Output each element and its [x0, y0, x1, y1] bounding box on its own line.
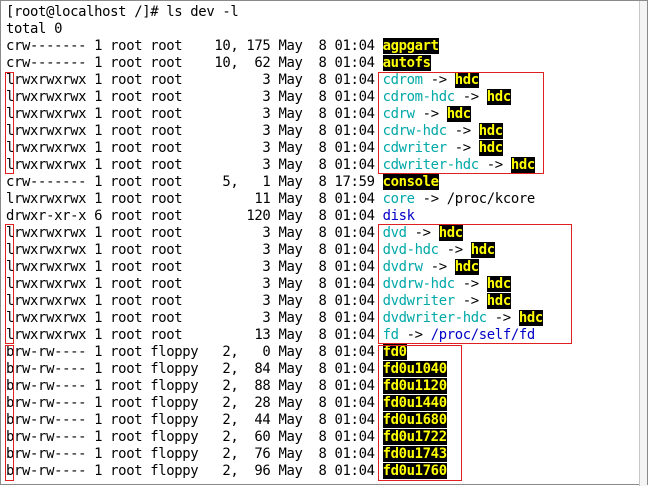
line-text: lrwxrwxrwx 1 root root 3 May 8 01:04: [6, 123, 383, 139]
terminal-line: brw-rw---- 1 root floppy 2, 88 May 8 01:…: [6, 378, 543, 395]
terminal-prompt-line: [root@localhost /]# ls dev -l: [6, 4, 543, 21]
terminal-line: brw-rw---- 1 root floppy 2, 28 May 8 01:…: [6, 395, 543, 412]
line-text: lrwxrwxrwx 1 root root 3 May 8 01:04: [6, 259, 383, 275]
annotation-box-cdrom-symlink-names: [378, 72, 544, 174]
terminal-line: brw-rw---- 1 root floppy 2, 0 May 8 01:0…: [6, 344, 543, 361]
annotation-box-floppy-type: [5, 345, 14, 481]
highlighted-filename: autofs: [382, 55, 431, 71]
line-text: lrwxrwxrwx 1 root root 13 May 8 01:04: [6, 327, 383, 343]
line-text: crw------- 1 root root 5, 1 May 8 17:59: [6, 174, 383, 190]
terminal-line: crw------- 1 root root 10, 175 May 8 01:…: [6, 38, 543, 55]
terminal-window[interactable]: [root@localhost /]# ls dev -l total 0 crw-…: [0, 0, 648, 486]
line-text: [root@localhost /]# ls dev -l: [6, 4, 239, 20]
annotation-box-dvd-symlink-names: [378, 224, 572, 344]
terminal-line: brw-rw---- 1 root floppy 2, 44 May 8 01:…: [6, 412, 543, 429]
line-text: brw-rw---- 1 root floppy 2, 60 May 8 01:…: [6, 429, 383, 445]
line-text: lrwxrwxrwx 1 root root 3 May 8 01:04: [6, 310, 383, 326]
terminal-line: crw------- 1 root root 5, 1 May 8 17:59 …: [6, 174, 543, 191]
line-text: lrwxrwxrwx 1 root root 3 May 8 01:04: [6, 276, 383, 292]
terminal-line: total 0: [6, 21, 543, 38]
terminal-line: lrwxrwxrwx 1 root root 11 May 8 01:04 co…: [6, 191, 543, 208]
line-text: lrwxrwxrwx 1 root root 3 May 8 01:04: [6, 293, 383, 309]
vertical-scrollbar[interactable]: [639, 1, 647, 486]
line-text: brw-rw---- 1 root floppy 2, 84 May 8 01:…: [6, 361, 383, 377]
line-text: lrwxrwxrwx 1 root root 11 May 8 01:04: [6, 191, 383, 207]
line-text: brw-rw---- 1 root floppy 2, 0 May 8 01:0…: [6, 344, 383, 360]
line-text: lrwxrwxrwx 1 root root 3 May 8 01:04: [6, 72, 383, 88]
line-text: brw-rw---- 1 root floppy 2, 88 May 8 01:…: [6, 378, 383, 394]
line-text: total 0: [6, 21, 63, 37]
directory-name: disk: [382, 208, 415, 224]
highlighted-filename: console: [382, 174, 439, 190]
terminal-line: brw-rw---- 1 root floppy 2, 96 May 8 01:…: [6, 463, 543, 480]
line-text: lrwxrwxrwx 1 root root 3 May 8 01:04: [6, 106, 383, 122]
line-text: lrwxrwxrwx 1 root root 3 May 8 01:04: [6, 89, 383, 105]
terminal-line: brw-rw---- 1 root floppy 2, 76 May 8 01:…: [6, 446, 543, 463]
annotation-box-cdrom-symlink-type: [5, 72, 14, 174]
terminal-line: crw------- 1 root root 10, 62 May 8 01:0…: [6, 55, 543, 72]
line-text: drwxr-xr-x 6 root root 120 May 8 01:04: [6, 208, 383, 224]
terminal-line: brw-rw---- 1 root floppy 2, 84 May 8 01:…: [6, 361, 543, 378]
line-text: brw-rw---- 1 root floppy 2, 44 May 8 01:…: [6, 412, 383, 428]
line-text: -> /proc/kcore: [414, 191, 536, 207]
highlighted-filename: agpgart: [382, 38, 439, 54]
line-text: lrwxrwxrwx 1 root root 3 May 8 01:04: [6, 225, 383, 241]
line-text: crw------- 1 root root 10, 62 May 8 01:0…: [6, 55, 383, 71]
terminal-line: drwxr-xr-x 6 root root 120 May 8 01:04 d…: [6, 208, 543, 225]
terminal-line: brw-rw---- 1 root floppy 2, 60 May 8 01:…: [6, 429, 543, 446]
line-text: brw-rw---- 1 root floppy 2, 76 May 8 01:…: [6, 446, 383, 462]
annotation-box-floppy-names: [378, 345, 462, 481]
symlink-name: core: [382, 191, 415, 207]
line-text: lrwxrwxrwx 1 root root 3 May 8 01:04: [6, 157, 383, 173]
line-text: crw------- 1 root root 10, 175 May 8 01:…: [6, 38, 383, 54]
line-text: brw-rw---- 1 root floppy 2, 96 May 8 01:…: [6, 463, 383, 479]
annotation-box-dvd-symlink-type: [5, 224, 14, 344]
line-text: brw-rw---- 1 root floppy 2, 28 May 8 01:…: [6, 395, 383, 411]
line-text: lrwxrwxrwx 1 root root 3 May 8 01:04: [6, 242, 383, 258]
line-text: lrwxrwxrwx 1 root root 3 May 8 01:04: [6, 140, 383, 156]
